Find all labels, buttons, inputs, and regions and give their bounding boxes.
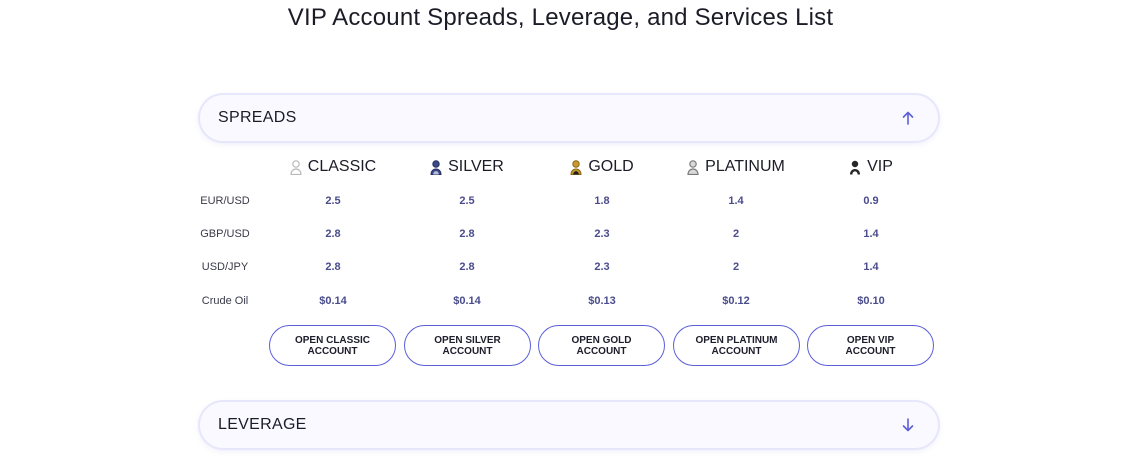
spread-cell: 2.8 (459, 261, 475, 273)
open-classic-account-button[interactable]: OPEN CLASSIC ACCOUNT (269, 325, 396, 366)
open-vip-account-button[interactable]: OPEN VIP ACCOUNT (807, 325, 934, 366)
column-header-label: CLASSIC (307, 158, 377, 175)
platinum-user-icon (687, 159, 699, 175)
row-label-usd-jpy: USD/JPY (201, 261, 249, 273)
spread-cell: 1.4 (863, 228, 879, 240)
spread-cell: 2.3 (594, 261, 610, 273)
row-label-crude-oil: Crude Oil (201, 295, 249, 307)
spread-cell: 2.8 (325, 228, 341, 240)
spread-cell: 2.8 (325, 261, 341, 273)
column-header-label: VIP (867, 158, 893, 175)
page-title: VIP Account Spreads, Leverage, and Servi… (287, 4, 834, 31)
vip-user-icon (849, 160, 861, 175)
spreads-accordion-header[interactable]: SPREADS (200, 95, 938, 141)
leverage-section-label: LEVERAGE (218, 416, 307, 433)
column-header-label: GOLD (588, 158, 634, 175)
row-label-gbp-usd: GBP/USD (200, 228, 250, 240)
classic-user-icon (290, 159, 302, 175)
row-label-eur-usd: EUR/USD (200, 195, 250, 207)
open-silver-account-button[interactable]: OPEN SILVER ACCOUNT (404, 325, 531, 366)
arrow-down-icon[interactable] (900, 417, 916, 433)
spread-cell: 2.3 (594, 228, 610, 240)
spread-cell: 2 (732, 228, 740, 240)
column-header-platinum: PLATINUM (671, 156, 801, 178)
spread-cell: $0.13 (588, 295, 616, 307)
gold-user-icon (570, 159, 582, 175)
spread-cell: 1.4 (728, 195, 744, 207)
column-header-label: PLATINUM (705, 158, 785, 175)
spread-cell: $0.12 (722, 295, 750, 307)
arrow-up-icon[interactable] (900, 110, 916, 126)
column-header-vip: VIP (806, 156, 936, 178)
spread-cell: 1.8 (594, 195, 610, 207)
column-header-label: SILVER (448, 158, 504, 175)
spread-cell: 1.4 (863, 261, 879, 273)
open-platinum-account-button[interactable]: OPEN PLATINUM ACCOUNT (673, 325, 800, 366)
spread-cell: 2.5 (325, 195, 341, 207)
spread-cell: $0.10 (857, 295, 885, 307)
leverage-accordion-header[interactable]: LEVERAGE (200, 402, 938, 448)
open-gold-account-button[interactable]: OPEN GOLD ACCOUNT (538, 325, 665, 366)
spread-cell: 2 (732, 261, 740, 273)
spreads-section-label: SPREADS (218, 109, 297, 126)
column-header-gold: GOLD (537, 156, 667, 178)
silver-user-icon (430, 159, 442, 175)
column-header-classic: CLASSIC (268, 156, 398, 178)
column-header-silver: SILVER (402, 156, 532, 178)
spread-cell: $0.14 (319, 295, 347, 307)
spread-cell: $0.14 (453, 295, 481, 307)
spread-cell: 0.9 (863, 195, 879, 207)
spread-cell: 2.5 (459, 195, 475, 207)
spread-cell: 2.8 (459, 228, 475, 240)
